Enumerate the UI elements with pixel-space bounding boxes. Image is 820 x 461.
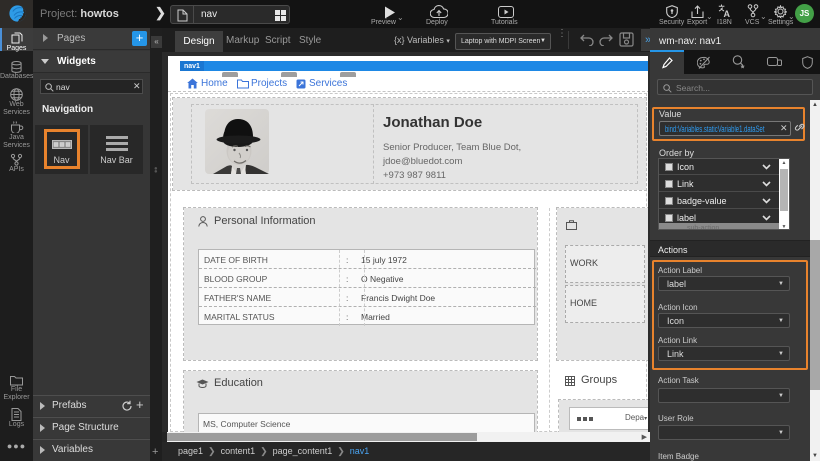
svg-text:A: A — [724, 9, 731, 18]
